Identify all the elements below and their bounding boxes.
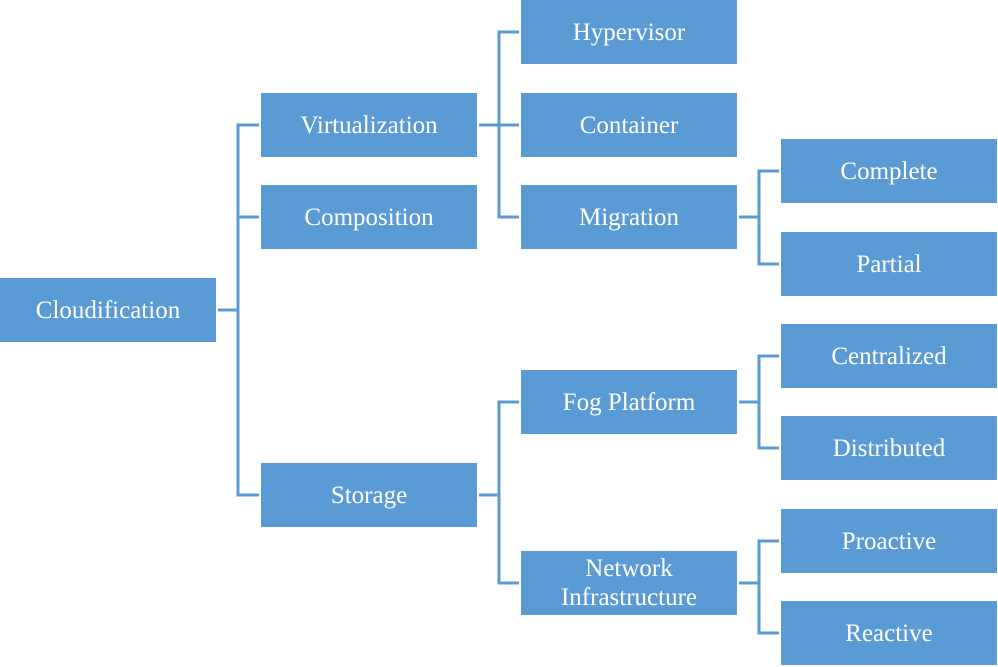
node-distributed: Distributed: [781, 416, 997, 480]
node-migration: Migration: [521, 185, 737, 249]
node-cloudification: Cloudification: [0, 278, 216, 342]
node-hypervisor: Hypervisor: [521, 0, 737, 64]
node-composition: Composition: [261, 185, 477, 249]
node-label: Distributed: [832, 434, 946, 462]
node-label: Centralized: [831, 342, 947, 370]
node-label: Hypervisor: [572, 18, 686, 46]
node-label: Composition: [304, 203, 434, 231]
node-label: Reactive: [845, 619, 933, 647]
node-storage: Storage: [261, 463, 477, 527]
node-complete: Complete: [781, 139, 997, 203]
node-label: Fog Platform: [562, 388, 696, 416]
node-label: Partial: [856, 250, 922, 278]
node-label: Proactive: [841, 527, 937, 555]
node-partial: Partial: [781, 232, 997, 296]
node-reactive: Reactive: [781, 601, 997, 665]
node-label: Virtualization: [300, 111, 438, 139]
node-fog-platform: Fog Platform: [521, 370, 737, 434]
node-label: Storage: [330, 481, 408, 509]
node-label: Migration: [579, 203, 679, 231]
node-label: Container: [579, 111, 679, 139]
node-virtualization: Virtualization: [261, 93, 477, 157]
node-label: Network Infrastructure: [560, 555, 698, 611]
node-network-infrastructure: Network Infrastructure: [521, 551, 737, 615]
node-container: Container: [521, 93, 737, 157]
node-proactive: Proactive: [781, 509, 997, 573]
node-label: Complete: [840, 157, 938, 185]
node-centralized: Centralized: [781, 324, 997, 388]
node-label: Cloudification: [35, 296, 181, 324]
